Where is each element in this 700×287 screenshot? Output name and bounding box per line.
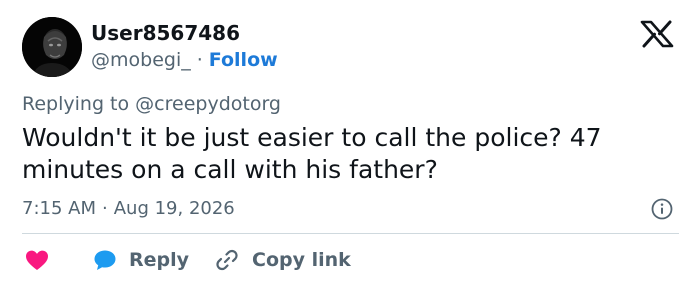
separator-dot: · xyxy=(196,49,203,71)
replying-mention-link[interactable]: @creepydotorg xyxy=(135,93,281,115)
reply-button[interactable]: Reply xyxy=(92,246,189,274)
like-button[interactable] xyxy=(24,246,50,274)
display-name[interactable]: User8567486 xyxy=(91,21,240,45)
tweet-time: 7:15 AM xyxy=(22,198,96,219)
tweet-timestamp[interactable]: 7:15 AM · Aug 19, 2026 xyxy=(22,197,235,221)
reply-label: Reply xyxy=(129,249,190,271)
tweet-date: Aug 19, 2026 xyxy=(113,198,235,219)
separator-dot: · xyxy=(102,198,108,219)
replying-to: Replying to @creepydotorg xyxy=(22,92,281,116)
reply-bubble-icon xyxy=(92,247,118,273)
user-avatar-image xyxy=(22,17,82,77)
link-icon xyxy=(214,247,240,273)
tweet-text: Wouldn't it be just easier to call the p… xyxy=(22,123,602,184)
follow-button[interactable]: Follow xyxy=(209,49,278,71)
copy-link-label: Copy link xyxy=(252,249,351,271)
replying-prefix: Replying to xyxy=(22,93,130,115)
copy-link-button[interactable]: Copy link xyxy=(214,246,351,274)
avatar[interactable] xyxy=(22,17,82,77)
user-handle[interactable]: @mobegi_ xyxy=(91,49,191,71)
info-icon[interactable] xyxy=(651,198,673,220)
handle-row: @mobegi_ · Follow xyxy=(91,48,278,72)
tweet-card: User8567486 @mobegi_ · Follow Replying to … xyxy=(0,0,700,287)
x-logo-icon[interactable] xyxy=(637,19,677,49)
heart-icon xyxy=(24,247,50,273)
divider xyxy=(22,233,679,234)
